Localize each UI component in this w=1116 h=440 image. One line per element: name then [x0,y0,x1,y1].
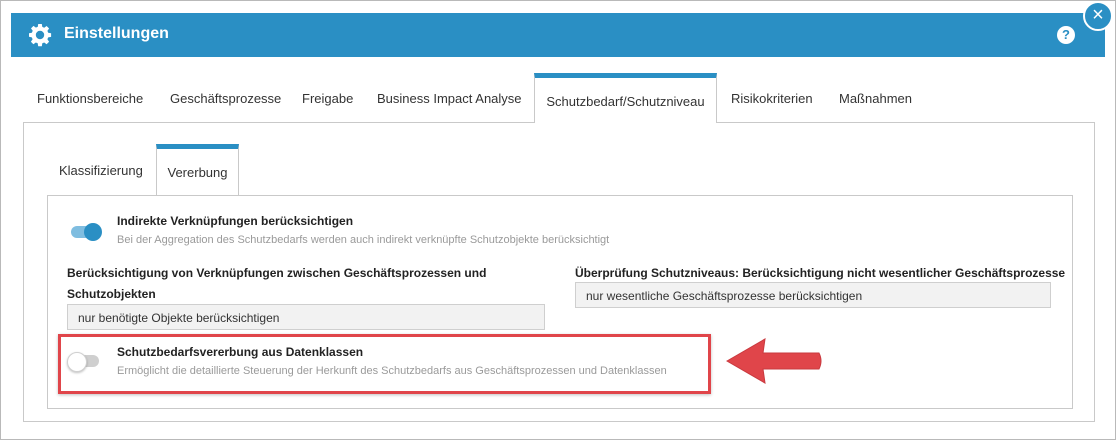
help-button[interactable]: ? [1057,26,1075,44]
links-field-label: Berücksichtigung von Verknüpfungen zwisc… [67,266,487,301]
highlight-box [58,334,711,394]
tab-risikokriterien[interactable]: Risikokriterien [731,73,813,122]
tab-business-impact-analyse[interactable]: Business Impact Analyse [377,73,522,122]
tab-funktionsbereiche[interactable]: Funktionsbereiche [37,73,143,122]
tab-schutzbedarf-schutzniveau[interactable]: Schutzbedarf/Schutzniveau [534,73,717,123]
indirect-links-title: Indirekte Verknüpfungen berücksichtigen [117,214,354,228]
gear-icon [29,24,52,47]
tab-geschaeftsprozesse[interactable]: Geschäftsprozesse [170,73,281,122]
arrow-left-icon [726,338,822,384]
dialog-titlebar: Einstellungen ? [11,13,1105,57]
check-select[interactable]: nur wesentliche Geschäftsprozesse berück… [575,282,1051,308]
check-field-label: Überprüfung Schutzniveaus: Berücksichtig… [575,266,1066,280]
tab-massnahmen[interactable]: Maßnahmen [839,73,912,122]
settings-dialog: Einstellungen ? × Funktionsbereiche Gesc… [0,0,1116,440]
dialog-title: Einstellungen [64,25,169,42]
tab-klassifizierung[interactable]: Klassifizierung [59,145,143,195]
toggle-knob [84,223,102,241]
links-select[interactable]: nur benötigte Objekte berücksichtigen [67,304,545,330]
indirect-links-description: Bei der Aggregation des Schutzbedarfs we… [117,234,610,246]
tab-freigabe[interactable]: Freigabe [302,73,353,122]
tab-vererbung[interactable]: Vererbung [156,144,239,195]
close-button[interactable]: × [1083,1,1113,31]
